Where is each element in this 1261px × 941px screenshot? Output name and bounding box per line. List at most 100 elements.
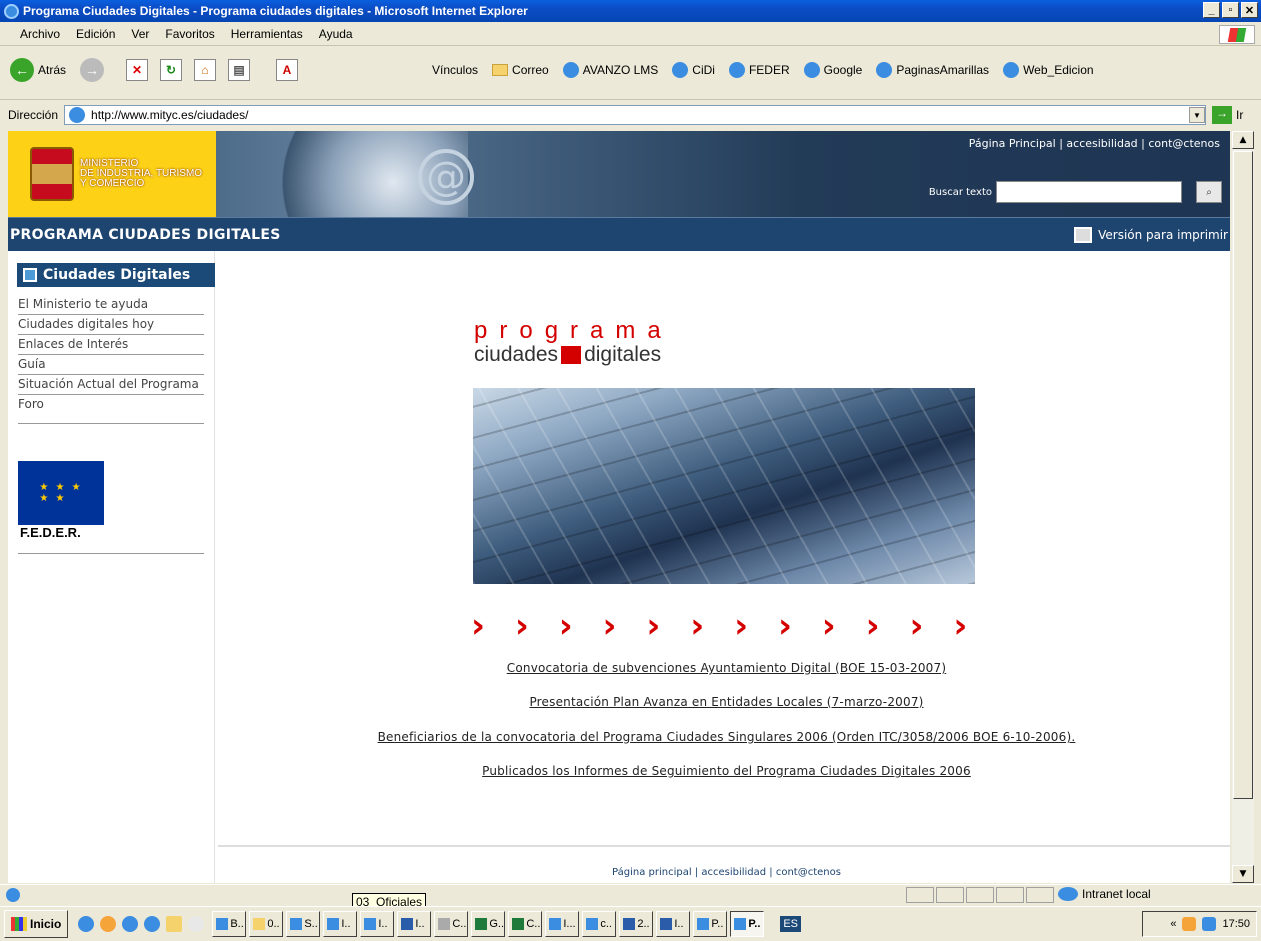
task-button[interactable]: 2.. [619,911,654,937]
maximize-button[interactable]: ▫ [1222,2,1239,18]
news-link-convocatoria[interactable]: Convocatoria de subvenciones Ayuntamient… [223,661,1230,675]
link-google[interactable]: Google [803,62,862,78]
search-icon[interactable]: ⌕ [1196,181,1222,203]
news-link-informes[interactable]: Publicados los Informes de Seguimiento d… [223,764,1230,778]
task-button[interactable]: S.. [286,911,321,937]
footer-links[interactable]: Página principal | accesibilidad | cont@… [223,867,1230,878]
stop-icon[interactable]: ✕ [126,59,149,81]
chevron-decoration: › › › › › › › › › › › › [471,606,977,646]
vertical-scrollbar[interactable]: ▲ ▼ [1232,131,1254,883]
windows-logo-icon [1219,25,1255,44]
task-button[interactable]: I... [545,911,580,937]
tray-expand-icon[interactable]: « [1170,918,1176,930]
task-button[interactable]: G.. [471,911,506,937]
tray-clock-icon[interactable] [1182,917,1197,931]
go-label[interactable]: Ir [1236,108,1243,122]
news-link-beneficiarios[interactable]: Beneficiarios de la convocatoria del Pro… [223,730,1230,744]
sidebar-item-guia[interactable]: Guía [18,355,204,375]
menu-favoritos[interactable]: Favoritos [165,27,214,41]
link-paginasamarillas[interactable]: PaginasAmarillas [876,62,989,78]
scroll-up-icon[interactable]: ▲ [1232,131,1254,149]
task-button[interactable]: I.. [656,911,691,937]
status-bar: Intranet local [0,884,1261,904]
app-icon[interactable] [122,916,139,932]
start-label[interactable]: Inicio [30,917,61,931]
scroll-down-icon[interactable]: ▼ [1232,865,1254,883]
menu-bar: Archivo Edición Ver Favoritos Herramient… [0,22,1261,46]
standard-toolbar: ← Atrás → ✕ ↻ ⌂ ▤ A Vínculos Correo AVAN… [0,46,1261,100]
eu-flag-icon[interactable]: ★ ★ ★ ★ ★ [18,461,104,525]
link-correo[interactable]: Correo [492,63,549,77]
ie-page-icon [69,107,86,123]
sidebar-item-enlaces[interactable]: Enlaces de Interés [18,335,204,355]
scroll-thumb[interactable] [1233,151,1253,799]
dropdown-arrow-icon[interactable]: ▼ [1189,107,1206,123]
news-link-plan-avanza[interactable]: Presentación Plan Avanza en Entidades Lo… [223,695,1230,709]
address-input[interactable]: http://www.mityc.es/ciudades/ ▼ [64,105,1207,125]
task-button[interactable]: c.. [582,911,617,937]
banner: MINISTERIO DE INDUSTRIA, TURISMO Y COMER… [8,131,1230,217]
refresh-icon[interactable]: ↻ [160,59,183,81]
task-button[interactable]: B.. [212,911,247,937]
menu-ayuda[interactable]: Ayuda [319,27,353,41]
task-button[interactable]: I.. [360,911,395,937]
print-icon[interactable]: ▤ [228,59,251,81]
search-input[interactable] [996,181,1182,203]
ie-page-icon [562,62,579,78]
menu-herramientas[interactable]: Herramientas [231,27,303,41]
footer-divider [218,845,1230,847]
page-title: PROGRAMA CIUDADES DIGITALES [10,226,281,243]
feder-label: F.E.D.E.R. [20,525,81,540]
task-button[interactable]: I.. [397,911,432,937]
sidebar-item-ciudades-hoy[interactable]: Ciudades digitales hoy [18,315,204,335]
clock-icon[interactable] [100,916,117,932]
acrobat-icon[interactable]: A [276,59,299,81]
task-button[interactable]: I.. [323,911,358,937]
link-cidi[interactable]: CiDi [672,62,715,78]
menu-ver[interactable]: Ver [131,27,149,41]
top-links[interactable]: Página Principal | accesibilidad | cont@… [969,137,1220,150]
link-web-edicion[interactable]: Web_Edicion [1003,62,1094,78]
start-button[interactable]: Inicio [4,910,69,938]
ministry-logo[interactable]: MINISTERIO DE INDUSTRIA, TURISMO Y COMER… [8,131,216,217]
search-box: Buscar texto ⌕ [929,181,1222,203]
go-arrow-icon: → [1212,106,1233,124]
task-button[interactable]: C.. [434,911,469,937]
address-url[interactable]: http://www.mityc.es/ciudades/ [91,108,248,122]
window-titlebar: Programa Ciudades Digitales - Programa c… [0,0,1261,22]
ie-icon[interactable] [78,916,95,932]
language-indicator[interactable]: ES [780,916,802,932]
sidebar: Ciudades Digitales El Ministerio te ayud… [8,251,215,883]
link-feder[interactable]: FEDER [728,62,790,78]
minimize-button[interactable]: _ [1203,2,1220,18]
folder-icon[interactable] [166,916,183,932]
ie-page-icon [728,62,745,78]
print-version-link[interactable]: Versión para imprimir [1074,226,1230,243]
task-button[interactable]: 0.. [249,911,284,937]
back-button-label[interactable]: Atrás [38,63,66,77]
building-image [473,388,975,584]
tray-network-icon[interactable] [1202,917,1217,931]
close-button[interactable]: ✕ [1241,2,1258,18]
task-button-active[interactable]: P.. [730,911,765,937]
ie-icon[interactable] [144,916,161,932]
home-icon[interactable]: ⌂ [194,59,217,81]
forward-arrow-icon[interactable]: → [80,58,105,82]
logo-ciudades: ciudades [474,343,559,366]
book-icon[interactable] [188,916,205,932]
sidebar-item-situacion[interactable]: Situación Actual del Programa [18,375,204,395]
task-button[interactable]: P.. [693,911,728,937]
go-button[interactable]: → Ir [1212,106,1243,124]
task-button[interactable]: C.. [508,911,543,937]
menu-edicion[interactable]: Edición [76,27,115,41]
back-arrow-icon[interactable]: ← [10,58,34,82]
link-avanzo[interactable]: AVANZO LMS [562,62,658,78]
ie-page-icon [803,62,820,78]
ie-page-icon [1003,62,1020,78]
sidebar-item-foro[interactable]: Foro [18,395,204,424]
print-version-label[interactable]: Versión para imprimir [1098,228,1228,242]
ministry-line3: Y COMERCIO [80,178,145,189]
sidebar-item-ministerio[interactable]: El Ministerio te ayuda [18,295,204,315]
menu-archivo[interactable]: Archivo [20,27,60,41]
ie-page-icon [876,62,893,78]
